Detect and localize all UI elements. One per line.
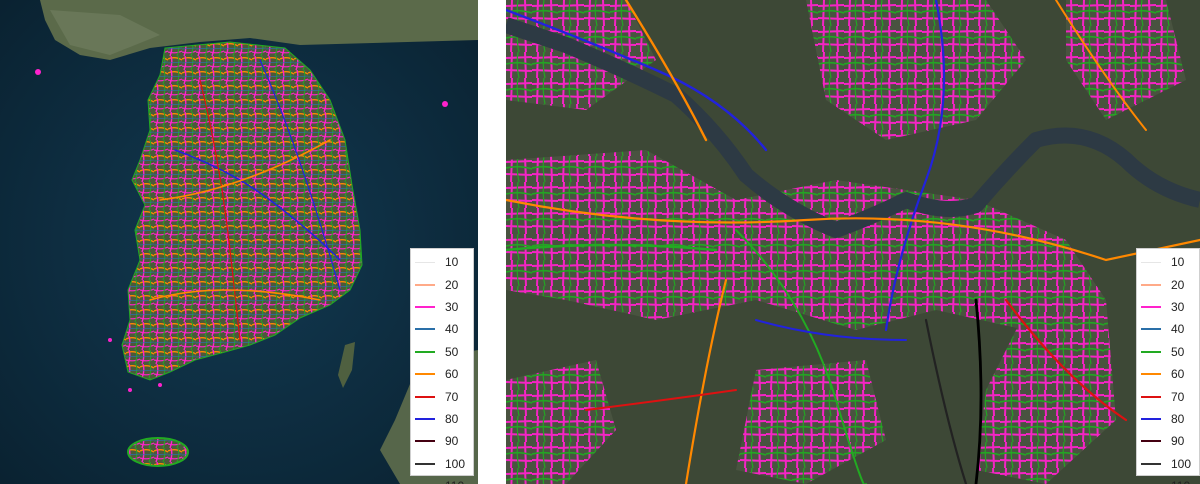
legend-label: 10 (445, 255, 459, 270)
legend-label: 100 (445, 456, 466, 471)
legend-label: 90 (445, 434, 459, 449)
legend-label: 10 (1171, 255, 1185, 270)
legend-swatch (415, 440, 435, 443)
legend-item: 40 (1141, 318, 1195, 340)
legend-swatch (415, 350, 435, 353)
legend-label: 80 (1171, 411, 1185, 426)
legend-swatch (1141, 283, 1161, 286)
legend-swatch (1141, 440, 1161, 443)
legend-swatch (1141, 305, 1161, 308)
legend-label: 30 (445, 299, 459, 314)
legend-item: 80 (415, 408, 469, 430)
legend-swatch (415, 417, 435, 420)
legend-item: 100 (415, 453, 469, 475)
legend: 10 20 30 40 50 60 70 80 90 100 110 (1136, 248, 1200, 484)
legend-swatch (415, 462, 435, 465)
legend-swatch (1141, 462, 1161, 465)
legend-label: 110 (1171, 480, 1190, 484)
legend-item: 30 (1141, 296, 1195, 318)
legend-item: 50 (415, 341, 469, 363)
legend-label: 60 (1171, 367, 1185, 382)
legend-label: 50 (1171, 344, 1185, 359)
legend-item: 70 (415, 385, 469, 407)
legend-label: 90 (1171, 434, 1185, 449)
legend-label: 20 (1171, 277, 1185, 292)
legend-item: 10 (1141, 251, 1195, 273)
legend: 10 20 30 40 50 60 70 80 90 100 110 (410, 248, 474, 484)
legend-item: 50 (1141, 341, 1195, 363)
legend-label: 20 (445, 277, 459, 292)
legend-item: 70 (1141, 385, 1195, 407)
legend-item: 10 (415, 251, 469, 273)
legend-swatch (415, 395, 435, 398)
legend-label: 50 (445, 344, 459, 359)
legend-swatch (1141, 350, 1161, 353)
legend-item: 100 (1141, 453, 1195, 475)
map-panel-detail[interactable]: 10 20 30 40 50 60 70 80 90 100 110 (506, 0, 1200, 484)
overview-map[interactable] (0, 0, 478, 484)
southern-island (127, 437, 189, 467)
legend-label: 70 (1171, 389, 1185, 404)
legend-swatch (415, 328, 435, 331)
legend-item: 20 (1141, 273, 1195, 295)
legend-label: 40 (1171, 322, 1185, 337)
legend-label: 70 (445, 389, 459, 404)
legend-item: 110 (415, 475, 469, 484)
legend-item: 60 (415, 363, 469, 385)
legend-item: 40 (415, 318, 469, 340)
legend-item: 90 (1141, 430, 1195, 452)
legend-label: 40 (445, 322, 459, 337)
legend-swatch (415, 283, 435, 286)
legend-swatch (415, 261, 435, 263)
legend-swatch (1141, 328, 1161, 331)
legend-item: 30 (415, 296, 469, 318)
legend-swatch (1141, 373, 1161, 376)
legend-item: 20 (415, 273, 469, 295)
legend-swatch (415, 305, 435, 308)
detail-map[interactable] (506, 0, 1200, 484)
legend-item: 80 (1141, 408, 1195, 430)
legend-swatch (1141, 417, 1161, 420)
legend-label: 100 (1171, 456, 1192, 471)
legend-swatch (415, 373, 435, 376)
map-panel-overview[interactable]: 10 20 30 40 50 60 70 80 90 100 110 (0, 0, 478, 484)
legend-swatch (1141, 395, 1161, 398)
legend-swatch (1141, 261, 1161, 263)
legend-label: 80 (445, 411, 459, 426)
legend-label: 110 (445, 480, 464, 484)
legend-item: 110 (1141, 475, 1195, 484)
legend-label: 60 (445, 367, 459, 382)
legend-item: 60 (1141, 363, 1195, 385)
legend-item: 90 (415, 430, 469, 452)
legend-label: 30 (1171, 299, 1185, 314)
